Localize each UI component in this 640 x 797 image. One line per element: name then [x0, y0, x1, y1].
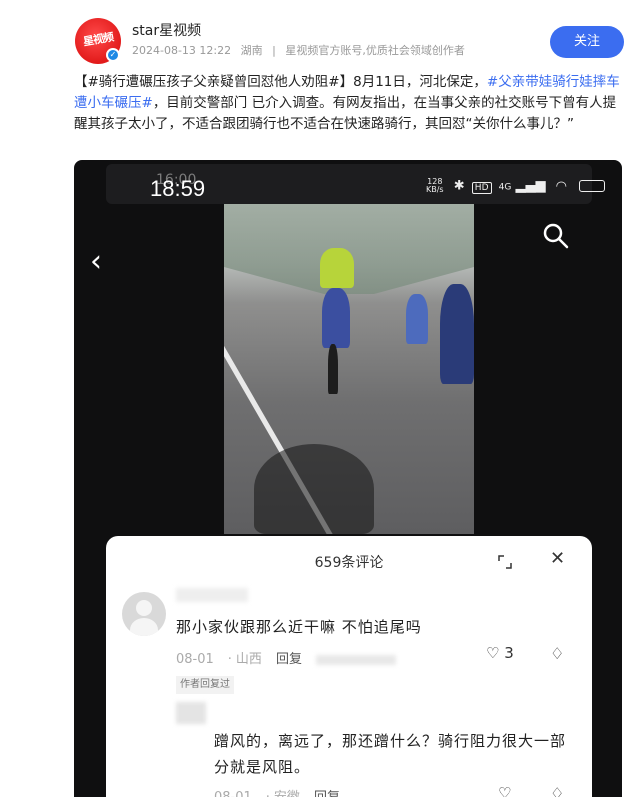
- wifi-icon: ◠: [555, 178, 567, 194]
- post-location: 湖南: [240, 44, 263, 57]
- follow-button[interactable]: 关注: [550, 26, 624, 58]
- reply-dislike-icon[interactable]: ♢: [550, 784, 564, 797]
- back-arrow-icon[interactable]: ‹: [90, 244, 102, 279]
- phone-status-bar: 16:00 18:59 128 KB/s ✱ HD 4G ▂▄▆ ◠: [106, 164, 606, 204]
- post-timestamp: 2024-08-13 12:22: [132, 44, 232, 57]
- reply-reply-button[interactable]: 回复: [314, 790, 340, 797]
- reply-region: 安徽: [274, 790, 300, 797]
- meta-separator: |: [272, 44, 276, 57]
- heart-icon: ♡: [486, 644, 500, 662]
- comment-text: 那小家伙跟那么近干嘛 不怕追尾吗: [176, 618, 422, 636]
- search-icon[interactable]: [542, 222, 570, 254]
- article-hashtag-title[interactable]: 【#骑行遭碾压孩子父亲疑曾回怼他人劝阻#】: [74, 74, 353, 90]
- comment-date: 08-01: [176, 652, 214, 667]
- status-time: 18:59: [150, 176, 206, 201]
- verified-badge-icon: ✓: [106, 48, 120, 62]
- signal-icon: ▂▄▆: [515, 178, 546, 194]
- article-text-part2: ，目前交警部门 已介入调查。有网友指出，在当事父亲的社交账号下曾有人提醒其孩子太…: [74, 95, 617, 132]
- status-icons: 128 KB/s ✱ HD 4G ▂▄▆ ◠: [426, 177, 606, 194]
- post-meta: 2024-08-13 12:22 湖南 | 星视频官方账号,优质社会领域创作者: [132, 42, 471, 58]
- post-header: 星视频 ✓ star星视频 2024-08-13 12:22 湖南 | 星视频官…: [0, 0, 640, 70]
- commenter-name-blurred: [176, 588, 248, 602]
- comments-panel: 659条评论 ✕ 那小家伙跟那么近干嘛 不怕追尾吗 08-01 · 山西 回复 ♡ 3…: [106, 536, 592, 797]
- reply-separator: ·: [266, 790, 270, 797]
- embedded-video[interactable]: 16:00 18:59 128 KB/s ✱ HD 4G ▂▄▆ ◠ ‹ 659条…: [74, 160, 622, 797]
- comment-reply-button[interactable]: 回复: [276, 652, 302, 667]
- reply-date: 08-01: [214, 790, 252, 797]
- reply-text: 蹭风的，离远了，那还蹭什么？骑行阻力很大一部分就是风阻。: [214, 732, 567, 776]
- commenter-avatar[interactable]: [122, 592, 166, 636]
- signal-label: 4G: [498, 182, 512, 193]
- comments-count-title: 659条评论: [314, 555, 384, 571]
- close-icon[interactable]: ✕: [550, 548, 565, 569]
- blurred-text: [315, 654, 396, 665]
- battery-icon: [579, 180, 606, 192]
- comment-like-count: 3: [504, 644, 514, 662]
- comment-dislike-icon[interactable]: ♢: [550, 644, 564, 663]
- comment-region: 山西: [235, 652, 262, 667]
- reply-like-icon[interactable]: ♡: [498, 784, 511, 797]
- comment-meta: 08-01 · 山西 回复: [176, 648, 410, 667]
- expand-icon[interactable]: [498, 554, 512, 569]
- author-name[interactable]: star星视频: [132, 20, 201, 40]
- author-replied-badge: 作者回复过: [176, 676, 234, 694]
- author-description: 星视频官方账号,优质社会领域创作者: [285, 44, 465, 57]
- cyclist-figure: [320, 248, 354, 288]
- rider-shadow: [254, 444, 374, 534]
- article-text: 【#骑行遭碾压孩子父亲疑曾回怼他人劝阻#】8月11日，河北保定，#父亲带娃骑行娃…: [74, 72, 626, 135]
- comment-like-button[interactable]: ♡ 3: [486, 644, 514, 662]
- cycling-video-frame: [224, 204, 474, 534]
- cyclist-figure: [322, 288, 350, 348]
- cyclist-figure: [440, 284, 474, 384]
- reply-meta: 08-01 · 安徽 回复: [214, 786, 354, 797]
- comment-separator: ·: [227, 652, 232, 667]
- reply-avatar-blurred[interactable]: [176, 702, 206, 724]
- bluetooth-icon: ✱: [453, 178, 465, 194]
- network-rate: 128 KB/s: [426, 177, 444, 194]
- cyclist-figure: [328, 344, 338, 394]
- cyclist-figure: [406, 294, 428, 344]
- hd-icon: HD: [471, 181, 492, 194]
- article-text-part1: 8月11日，河北保定，: [353, 74, 487, 90]
